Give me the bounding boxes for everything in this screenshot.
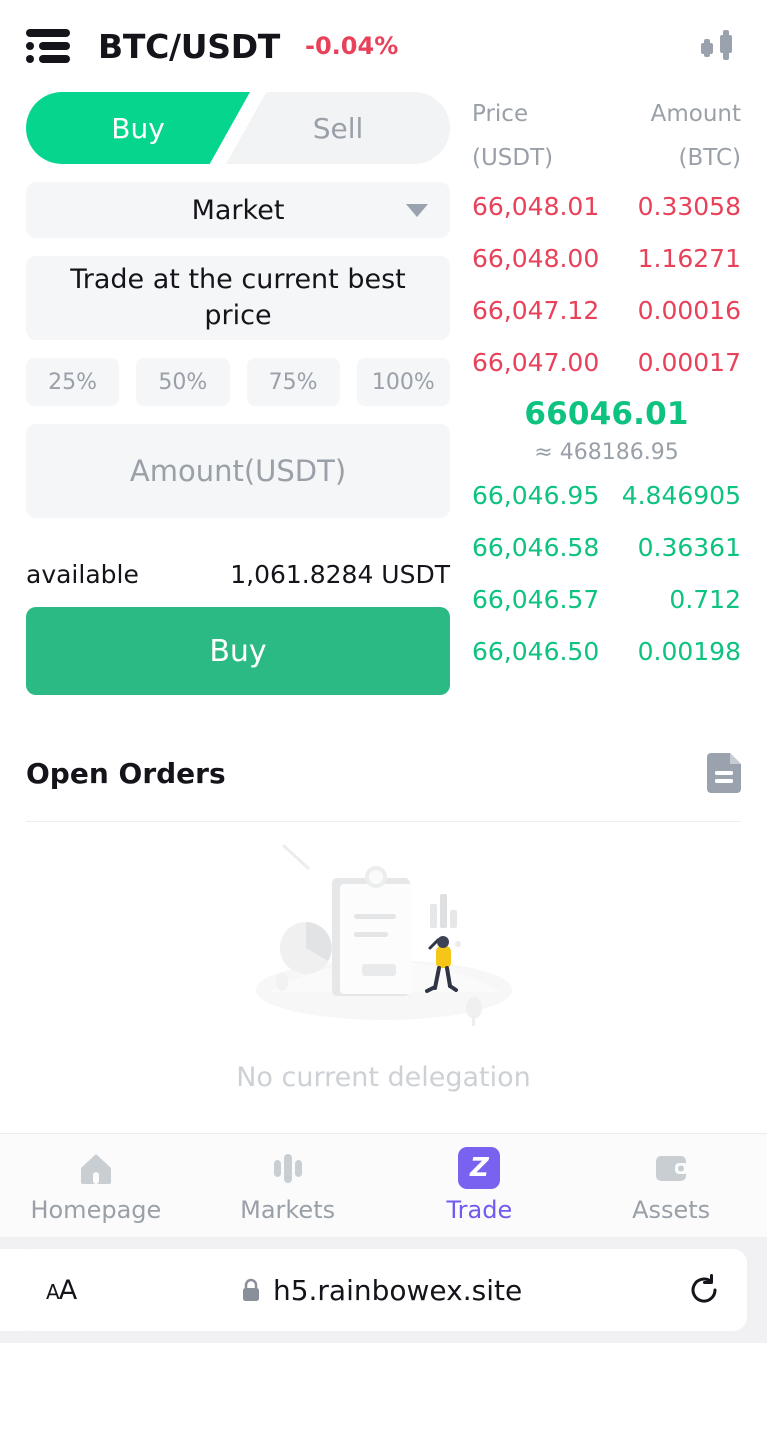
bid-price: 66,046.58 bbox=[472, 532, 600, 562]
trade-logo: Z bbox=[458, 1147, 501, 1189]
ask-amount: 1.16271 bbox=[637, 243, 741, 273]
percent-button-75[interactable]: 75% bbox=[246, 358, 340, 406]
empty-state-text: No current delegation bbox=[236, 1062, 531, 1093]
order-book-ask-row[interactable]: 66,047.12 0.00016 bbox=[472, 284, 741, 336]
bar-chart-icon bbox=[267, 1147, 309, 1189]
tab-buy[interactable]: Buy bbox=[26, 92, 250, 164]
order-type-dropdown[interactable]: Market bbox=[26, 182, 450, 238]
order-book-bid-row[interactable]: 66,046.95 4.846905 bbox=[472, 469, 741, 521]
amount-input[interactable]: Amount(USDT) bbox=[26, 424, 450, 518]
amount-placeholder: Amount(USDT) bbox=[129, 454, 347, 488]
percent-buttons: 25% 50% 75% 100% bbox=[26, 358, 450, 406]
open-orders-empty-state: No current delegation bbox=[26, 822, 741, 1133]
order-form: Buy Sell Market Trade at the current bes… bbox=[26, 92, 450, 695]
text-size-button[interactable]: AAAA bbox=[46, 1275, 77, 1306]
url-bar[interactable]: AAAA h5.rainbowex.site bbox=[20, 1249, 747, 1331]
order-book: Price (USDT) Amount (BTC) 66,048.01 0.33… bbox=[450, 92, 741, 695]
order-type-hint: Trade at the current best price bbox=[26, 256, 450, 340]
bid-price: 66,046.50 bbox=[472, 636, 600, 666]
nav-label-markets: Markets bbox=[240, 1196, 336, 1224]
open-orders-section: Open Orders No current delegation bbox=[0, 753, 767, 1133]
nav-item-trade[interactable]: Z Trade bbox=[384, 1147, 576, 1224]
order-book-col-amount-unit: (BTC) bbox=[678, 145, 742, 171]
candlestick-chart-icon[interactable] bbox=[699, 25, 741, 67]
nav-label-trade: Trade bbox=[446, 1196, 513, 1224]
pair-title: BTC/USDT bbox=[98, 26, 281, 66]
tab-buy-label: Buy bbox=[111, 111, 165, 145]
nav-label-assets: Assets bbox=[632, 1196, 711, 1224]
url-text: h5.rainbowex.site bbox=[272, 1273, 523, 1307]
chevron-down-icon bbox=[406, 203, 428, 217]
lock-icon bbox=[242, 1278, 259, 1301]
ask-price: 66,048.00 bbox=[472, 243, 600, 273]
browser-toolbar: AAAA h5.rainbowex.site bbox=[0, 1237, 767, 1343]
document-icon[interactable] bbox=[707, 753, 741, 793]
trade-screen: BTC/USDT -0.04% Buy Sell Market Trade at… bbox=[0, 0, 767, 1441]
nav-label-homepage: Homepage bbox=[30, 1196, 162, 1224]
tab-sell-label: Sell bbox=[312, 111, 364, 145]
trade-body: Buy Sell Market Trade at the current bes… bbox=[0, 92, 767, 695]
order-book-mid-price: 66046.01 ≈ 468186.95 bbox=[472, 388, 741, 469]
order-book-bid-row[interactable]: 66,046.57 0.712 bbox=[472, 573, 741, 625]
bid-price: 66,046.57 bbox=[472, 584, 600, 614]
order-book-col-amount: Amount bbox=[650, 101, 741, 127]
wallet-icon bbox=[650, 1147, 692, 1189]
ask-amount: 0.00017 bbox=[637, 347, 741, 377]
bid-price: 66,046.95 bbox=[472, 480, 600, 510]
order-book-bid-row[interactable]: 66,046.58 0.36361 bbox=[472, 521, 741, 573]
last-price: 66046.01 bbox=[524, 396, 689, 432]
available-value: 1,061.8284 USDT bbox=[230, 560, 450, 589]
percent-button-100[interactable]: 100% bbox=[356, 358, 450, 406]
tab-sell[interactable]: Sell bbox=[226, 92, 450, 164]
order-book-bid-row[interactable]: 66,046.50 0.00198 bbox=[472, 625, 741, 677]
ask-price: 66,048.01 bbox=[472, 191, 600, 221]
price-change-badge: -0.04% bbox=[305, 32, 399, 60]
bid-amount: 0.712 bbox=[669, 584, 741, 614]
app-header: BTC/USDT -0.04% bbox=[0, 0, 767, 92]
bottom-navigation: Homepage Markets Z Trade Assets bbox=[0, 1133, 767, 1237]
empty-orders-illustration bbox=[255, 844, 512, 1026]
nav-item-assets[interactable]: Assets bbox=[575, 1147, 767, 1224]
url-center: h5.rainbowex.site bbox=[76, 1274, 687, 1307]
order-book-header: Price (USDT) Amount (BTC) bbox=[472, 92, 741, 180]
order-type-value: Market bbox=[191, 194, 285, 226]
buy-sell-tabs: Buy Sell bbox=[26, 92, 450, 164]
ask-amount: 0.00016 bbox=[637, 295, 741, 325]
open-orders-title: Open Orders bbox=[26, 756, 226, 790]
submit-buy-button[interactable]: Buy bbox=[26, 607, 450, 695]
ask-price: 66,047.00 bbox=[472, 347, 600, 377]
list-menu-icon[interactable] bbox=[26, 29, 70, 63]
order-book-ask-row[interactable]: 66,048.00 1.16271 bbox=[472, 232, 741, 284]
available-balance-row: available 1,061.8284 USDT bbox=[26, 560, 450, 589]
last-price-approx: ≈ 468186.95 bbox=[534, 440, 679, 465]
order-book-col-price: Price bbox=[472, 101, 529, 127]
percent-button-25[interactable]: 25% bbox=[26, 358, 120, 406]
order-book-ask-row[interactable]: 66,048.01 0.33058 bbox=[472, 180, 741, 232]
ask-price: 66,047.12 bbox=[472, 295, 600, 325]
nav-item-homepage[interactable]: Homepage bbox=[0, 1147, 192, 1224]
order-book-ask-row[interactable]: 66,047.00 0.00017 bbox=[472, 336, 741, 388]
available-label: available bbox=[26, 560, 139, 589]
order-book-col-price-unit: (USDT) bbox=[472, 145, 554, 171]
percent-button-50[interactable]: 50% bbox=[136, 358, 230, 406]
bid-amount: 4.846905 bbox=[621, 480, 741, 510]
reload-icon[interactable] bbox=[687, 1273, 721, 1307]
bid-amount: 0.00198 bbox=[637, 636, 741, 666]
home-icon bbox=[75, 1147, 117, 1189]
trade-badge-icon: Z bbox=[458, 1147, 501, 1189]
open-orders-header: Open Orders bbox=[26, 753, 741, 822]
bid-amount: 0.36361 bbox=[637, 532, 741, 562]
ask-amount: 0.33058 bbox=[637, 191, 741, 221]
nav-item-markets[interactable]: Markets bbox=[192, 1147, 384, 1224]
